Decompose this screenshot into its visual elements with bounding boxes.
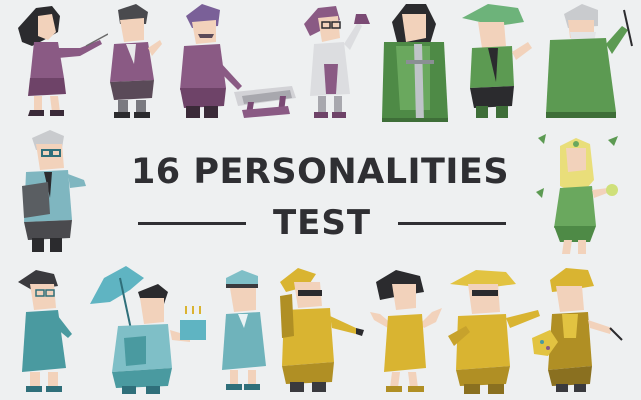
title-rule-left xyxy=(138,222,246,225)
page-subtitle: TEST xyxy=(272,203,372,243)
subtitle-row: TEST xyxy=(120,205,520,241)
analyst-commander-figure xyxy=(180,4,296,118)
analyst-logician-figure xyxy=(110,4,162,118)
title-block: 16 PERSONALITIES TEST xyxy=(120,150,520,245)
hero-illustration: 16 PERSONALITIES TEST xyxy=(0,0,641,400)
diplomat-advocate-figure xyxy=(382,4,448,122)
explorer-entertainer-figure xyxy=(532,268,623,392)
sentinel-consul-figure xyxy=(90,266,206,394)
page-title: 16 PERSONALITIES xyxy=(130,152,510,192)
sentinel-defender-figure xyxy=(18,270,72,392)
explorer-adventurer-figure xyxy=(370,270,442,392)
explorer-virtuoso-figure xyxy=(280,268,364,392)
sentinel-executive-figure xyxy=(222,270,266,390)
diplomat-protagonist-figure xyxy=(546,4,633,118)
sentinel-logistician-figure xyxy=(22,130,86,252)
title-rule-right xyxy=(398,222,506,225)
analyst-architect-figure xyxy=(18,6,108,116)
analyst-debater-figure xyxy=(304,6,370,118)
diplomat-campaigner-figure xyxy=(536,134,618,254)
diplomat-mediator-figure xyxy=(462,4,532,118)
